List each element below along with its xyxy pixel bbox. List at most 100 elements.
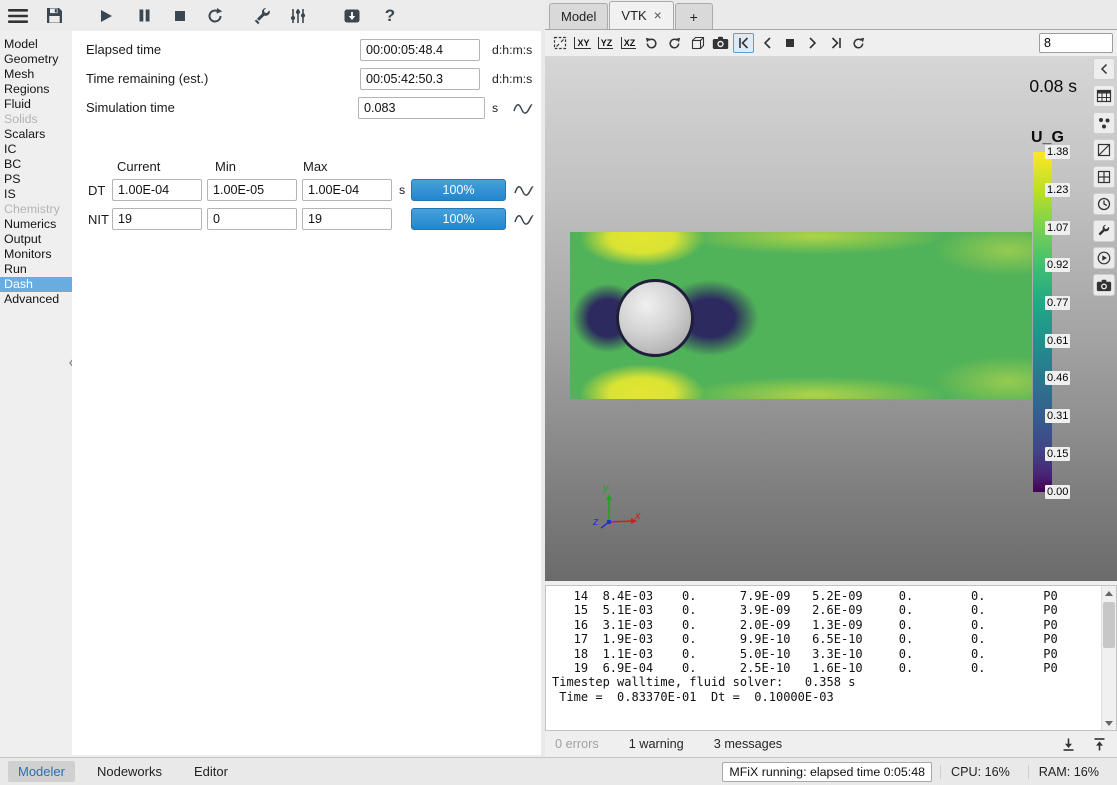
sidebar-item-dash[interactable]: Dash [0,277,72,292]
col-header-min: Min [215,159,236,174]
ram-usage: RAM: 16% [1028,765,1109,779]
tab-add-button[interactable]: + [675,3,713,29]
nit-row: NIT 100% [72,208,541,230]
sidebar-item-model[interactable]: Model [0,37,72,52]
mode-modeler[interactable]: Modeler [8,761,75,782]
sidebar-item-output[interactable]: Output [0,232,72,247]
time-remaining-field[interactable] [360,68,480,90]
nit-min-field[interactable] [207,208,297,230]
sidebar-item-ic[interactable]: IC [0,142,72,157]
tab-close-icon[interactable]: × [654,9,662,23]
rotate-cw-icon [667,36,682,51]
mode-editor[interactable]: Editor [184,761,238,782]
scroll-to-bottom-button[interactable] [1061,737,1076,752]
tab-vtk[interactable]: VTK × [609,1,673,29]
sidebar-item-is[interactable]: IS [0,187,72,202]
slice-button[interactable] [1093,139,1115,161]
last-frame-button[interactable] [825,33,846,53]
vtk-viewport[interactable]: 0.08 s U_G 1.38 1.23 1.07 0.92 0.77 0.61… [545,56,1117,581]
sidebar-item-geometry[interactable]: Geometry [0,52,72,67]
errors-count[interactable]: 0 errors [555,737,599,751]
chevron-left-icon [762,37,772,49]
app-statusbar: Modeler Nodeworks Editor MFiX running: e… [0,757,1117,785]
sidebar-item-mesh[interactable]: Mesh [0,67,72,82]
solver-console: 14 8.4E-03 0. 7.9E-09 5.2E-09 0. 0. P0 1… [545,585,1117,731]
nit-max-field[interactable] [302,208,392,230]
mode-nodeworks[interactable]: Nodeworks [87,761,172,782]
dt-current-field[interactable] [112,179,202,201]
run-button[interactable] [93,3,119,29]
rotate-right-button[interactable] [664,33,685,53]
next-frame-button[interactable] [802,33,823,53]
cell-data-button[interactable] [1093,85,1115,107]
dt-plot-button[interactable] [513,182,535,198]
dt-min-field[interactable] [207,179,297,201]
export-project-button[interactable] [339,3,365,29]
screenshot-button[interactable] [710,33,731,53]
grid-icon [1096,169,1112,185]
fit-view-button[interactable] [549,33,570,53]
camera-icon [712,36,729,50]
sidebar-item-advanced[interactable]: Advanced [0,292,72,307]
pause-button[interactable] [131,3,157,29]
first-frame-button[interactable] [733,33,754,53]
scrollbar-thumb[interactable] [1103,602,1115,648]
node-data-button[interactable] [1093,166,1115,188]
play-animation-button[interactable] [1093,247,1115,269]
sidebar-item-solids: Solids [0,112,72,127]
view-yz-button[interactable]: YZ [595,33,616,53]
console-scrollbar[interactable] [1101,586,1116,730]
sidebar-item-monitors[interactable]: Monitors [0,247,72,262]
sidebar-item-fluid[interactable]: Fluid [0,97,72,112]
dt-max-field[interactable] [302,179,392,201]
sidebar-item-ps[interactable]: PS [0,172,72,187]
messages-count[interactable]: 3 messages [714,737,782,751]
nit-current-field[interactable] [112,208,202,230]
time-settings-button[interactable] [1093,193,1115,215]
console-line: 18 1.1E-03 0. 5.0E-10 3.3E-10 0. 0. P0 [552,647,1096,661]
perspective-button[interactable] [687,33,708,53]
build-solver-button[interactable] [250,3,276,29]
snapshot-button[interactable] [1093,274,1115,296]
help-button[interactable]: ? [377,3,403,29]
yz-plane-icon: YZ [598,37,614,49]
help-icon: ? [385,6,395,26]
sidebar-item-numerics[interactable]: Numerics [0,217,72,232]
scroll-up-arrow[interactable] [1102,586,1116,600]
reset-button[interactable] [202,3,228,29]
stop-small-icon [785,38,795,48]
elapsed-time-field[interactable] [360,39,480,61]
scroll-down-arrow[interactable] [1102,716,1116,730]
view-xy-button[interactable]: XY [572,33,593,53]
settings-button[interactable] [285,3,311,29]
save-button[interactable] [41,3,67,29]
visual-options-button[interactable] [1093,220,1115,242]
particles-button[interactable] [1093,112,1115,134]
simulation-time-plot-button[interactable] [512,100,534,116]
prev-frame-button[interactable] [756,33,777,53]
sidebar-item-run[interactable]: Run [0,262,72,277]
play-icon [98,8,114,24]
console-line: 17 1.9E-03 0. 9.9E-10 6.5E-10 0. 0. P0 [552,632,1096,646]
wave-plot-icon [514,183,534,197]
collapse-panel-button[interactable] [1093,58,1115,80]
warnings-count[interactable]: 1 warning [629,737,684,751]
main-menu-button[interactable] [5,3,31,29]
stop-button[interactable] [167,3,193,29]
simulation-time-field[interactable] [358,97,485,119]
message-statusbar: 0 errors 1 warning 3 messages [545,731,1117,757]
sidebar-item-bc[interactable]: BC [0,157,72,172]
stop-playback-button[interactable] [779,33,800,53]
tab-model[interactable]: Model [549,3,608,29]
view-xz-button[interactable]: XZ [618,33,639,53]
refresh-frames-button[interactable] [848,33,869,53]
console-output: 14 8.4E-03 0. 7.9E-09 5.2E-09 0. 0. P0 1… [552,589,1096,730]
rotate-left-button[interactable] [641,33,662,53]
nit-progress-value: 100% [443,212,475,226]
sidebar-item-scalars[interactable]: Scalars [0,127,72,142]
nit-plot-button[interactable] [513,211,535,227]
scroll-to-top-button[interactable] [1092,737,1107,752]
sidebar-item-regions[interactable]: Regions [0,82,72,97]
dt-row: DT s 100% [72,179,541,201]
frame-index-input[interactable] [1039,33,1113,53]
